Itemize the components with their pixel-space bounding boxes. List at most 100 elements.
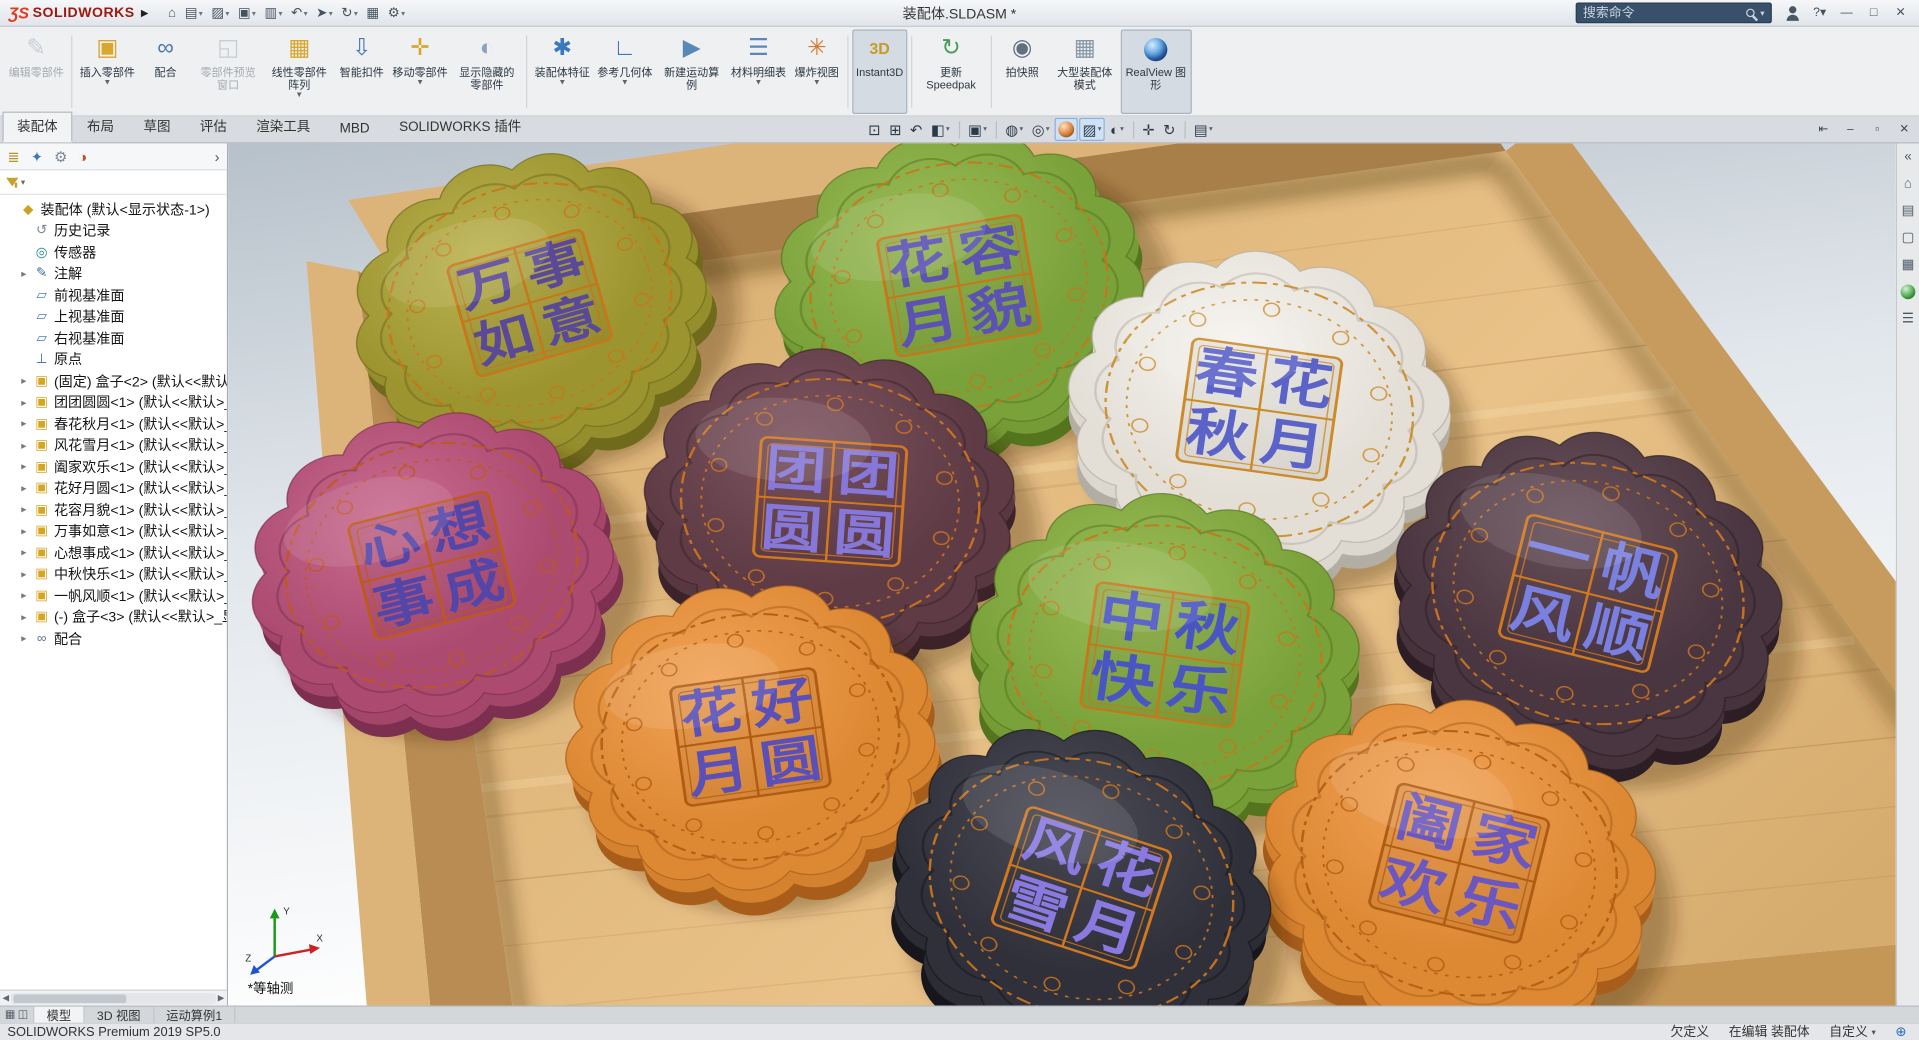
instant3d-button[interactable]: 3D Instant3D: [852, 29, 907, 115]
search-icon[interactable]: [1746, 8, 1756, 18]
scroll-right-icon[interactable]: ▶: [218, 993, 225, 1003]
tree-item-part[interactable]: ▸ ▣ 花好月圆<1> (默认<<默认>_: [4, 478, 227, 499]
options-button[interactable]: ⚙ ▾: [384, 3, 409, 23]
command-search[interactable]: 搜索命令 ▾: [1575, 2, 1772, 24]
expand-arrow-icon[interactable]: ▸: [18, 417, 29, 430]
tree-item-part[interactable]: ▸ ▣花容月貌<1> (默认<<默认>_显: [4, 499, 227, 520]
tree-item-assembly[interactable]: ◆ 装配体 (默认<显示状态-1>): [4, 199, 227, 220]
previous-view-button[interactable]: ↶: [906, 118, 926, 141]
tab-布局[interactable]: 布局: [72, 112, 128, 143]
rebuild-button[interactable]: ↻ ▾: [338, 3, 362, 23]
restore-document-button[interactable]: ▫: [1866, 119, 1888, 139]
expand-arrow-icon[interactable]: ▸: [18, 589, 29, 602]
maximize-button[interactable]: □: [1860, 2, 1887, 24]
tab-草图[interactable]: 草图: [129, 112, 185, 143]
propertymanager-tab[interactable]: ✦: [31, 149, 43, 164]
configurationmanager-tab[interactable]: ⚙: [54, 149, 67, 164]
expand-arrow-icon[interactable]: ▸: [18, 546, 29, 559]
select-button[interactable]: ➤ ▾: [312, 3, 336, 23]
new-motion-study-button[interactable]: ▶ 新建运动算例: [656, 29, 727, 114]
feature-tree-horizontal-scrollbar[interactable]: ◀ ▶: [0, 989, 227, 1006]
window-split-icon[interactable]: ◫: [18, 1008, 28, 1021]
tree-item-part[interactable]: ▸ ▣ 一帆风顺<1> (默认<<默认>_显: [4, 585, 227, 606]
bill-of-materials-button[interactable]: ☰ 材料明细表 ▼: [727, 29, 790, 114]
expand-arrow-icon[interactable]: ▸: [18, 396, 29, 409]
mate-button[interactable]: ∞ 配合: [139, 29, 193, 114]
collapse-taskpane-button[interactable]: «: [1898, 147, 1918, 165]
expand-arrow-icon[interactable]: ▸: [18, 567, 29, 580]
tree-item-history-folder[interactable]: ↺ 历史记录: [4, 220, 227, 241]
expand-arrow-icon[interactable]: ▸: [18, 632, 29, 645]
tree-item-part[interactable]: ▸ ▣ (固定) 盒子<2> (默认<<默认>_: [4, 370, 227, 391]
close-button[interactable]: ✕: [1887, 2, 1914, 24]
dropdown-arrow-icon[interactable]: ▾: [1872, 1027, 1876, 1037]
new-document-button[interactable]: ▤ ▾: [181, 3, 206, 23]
insert-components-button[interactable]: ▣ 插入零部件 ▼: [76, 29, 139, 114]
doc-tab-模型[interactable]: 模型: [34, 1006, 85, 1024]
tree-item-part[interactable]: ▸ ▣ 风花雪月<1> (默认<<默认>_显: [4, 435, 227, 456]
expand-arrow-icon[interactable]: ▸: [18, 374, 29, 387]
expand-arrow-icon[interactable]: ▸: [18, 503, 29, 516]
tab-渲染工具[interactable]: 渲染工具: [242, 112, 325, 143]
design-library-button[interactable]: ▤: [1898, 201, 1918, 219]
doc-tab-3D 视图[interactable]: 3D 视图: [85, 1006, 155, 1024]
tree-item-mates-folder[interactable]: ▸ ∞ 配合: [4, 628, 227, 649]
scrollbar-thumb[interactable]: [13, 993, 127, 1003]
feature-tree-filter[interactable]: ▾: [0, 170, 227, 195]
expand-arrow-icon[interactable]: ▸: [18, 439, 29, 452]
help-button[interactable]: ? ▾: [1806, 2, 1833, 24]
reference-geometry-button[interactable]: ∟ 参考几何体 ▼: [594, 29, 657, 114]
tree-item-annotations-folder[interactable]: ▸ ✎ 注解: [4, 263, 227, 284]
scrollbar-track[interactable]: [11, 992, 216, 1004]
tree-item-part[interactable]: ▸ ▣ 团团圆圆<1> (默认<<默认>_显: [4, 392, 227, 413]
custom-properties-button[interactable]: ☰: [1898, 309, 1918, 327]
view-palette-button[interactable]: ▦: [1898, 255, 1918, 273]
zoom-area-button[interactable]: ⊞: [885, 118, 905, 141]
window-layout-icon[interactable]: ▦: [5, 1008, 15, 1021]
tree-item-part[interactable]: ▸ ▣(-) 盒子<3> (默认<<默认>_显示: [4, 606, 227, 627]
tree-item-part[interactable]: ▸ ▣春花秋月<1> (默认<<默认>_显: [4, 413, 227, 434]
tab-SOLIDWORKS 插件[interactable]: SOLIDWORKS 插件: [384, 112, 536, 143]
collapse-pane-button[interactable]: ⇤: [1812, 119, 1834, 139]
display-style-button[interactable]: ◍ ▾: [1002, 118, 1027, 141]
realview-graphics-button[interactable]: RealView 图形: [1120, 29, 1192, 115]
view-settings-button[interactable]: ◐ ▾: [1106, 118, 1127, 141]
view-orientation-button[interactable]: ▣ ▾: [964, 118, 990, 141]
featuremanager-tab[interactable]: ≣: [7, 149, 19, 164]
linear-component-pattern-button[interactable]: ▦ 线性零部件阵列 ▼: [264, 29, 335, 114]
tree-item-part[interactable]: ▸ ▣ 万事如意<1> (默认<<默认>_显: [4, 521, 227, 542]
exploded-view-button[interactable]: ✳ 爆炸视图 ▼: [790, 29, 844, 114]
hide-show-items-button[interactable]: ◎ ▾: [1028, 118, 1053, 141]
appearances-scenes-button[interactable]: [1898, 282, 1918, 300]
tree-item-plane[interactable]: ▱ 前视基准面: [4, 284, 227, 305]
save-button[interactable]: ▣ ▾: [234, 3, 259, 23]
tree-item-plane[interactable]: ▱ 上视基准面: [4, 306, 227, 327]
pan-button[interactable]: ✛: [1139, 118, 1159, 141]
print-button[interactable]: ▥ ▾: [261, 3, 286, 23]
minimize-button[interactable]: —: [1833, 2, 1860, 24]
3d-viewport[interactable]: 花容月貌万事如意春花秋月团团圆圆心想事成一帆风顺中秋快乐花好月圆阖家欢乐风花雪月: [228, 143, 1896, 1006]
expand-panel-tabs-icon[interactable]: ›: [215, 148, 220, 165]
edit-appearance-button[interactable]: [1054, 117, 1078, 142]
expand-arrow-icon[interactable]: ▸: [18, 267, 29, 280]
expand-arrow-icon[interactable]: ▸: [18, 610, 29, 623]
file-properties-button[interactable]: ▦: [363, 3, 383, 23]
file-explorer-button[interactable]: ▢: [1898, 228, 1918, 246]
user-button[interactable]: [1779, 2, 1806, 24]
apply-scene-button[interactable]: ▨ ▾: [1078, 117, 1106, 142]
solidworks-menu[interactable]: ƷS SOLIDWORKS ▶: [0, 4, 157, 22]
tree-item-part[interactable]: ▸ ▣阖家欢乐<1> (默认<<默认>_显: [4, 456, 227, 477]
expand-arrow-icon[interactable]: ▸: [18, 482, 29, 495]
tree-item-plane[interactable]: ▱ 右视基准面: [4, 327, 227, 348]
assembly-features-button[interactable]: ✱ 装配体特征 ▼: [531, 29, 594, 114]
status-custom[interactable]: 自定义 ▾: [1829, 1023, 1876, 1040]
menu-expand-arrow-icon[interactable]: ▶: [141, 7, 149, 18]
filter-dropdown-icon[interactable]: ▾: [21, 177, 25, 187]
minimize-document-button[interactable]: –: [1839, 119, 1861, 139]
show-hidden-components-button[interactable]: ◐ 显示隐藏的零部件: [451, 29, 522, 114]
take-snapshot-button[interactable]: ◉ 拍快照: [995, 29, 1049, 114]
expand-arrow-icon[interactable]: ▸: [18, 525, 29, 538]
doc-tab-运动算例1[interactable]: 运动算例1: [154, 1006, 236, 1024]
tab-MBD[interactable]: MBD: [325, 116, 384, 142]
section-view-button[interactable]: ◧ ▾: [927, 118, 953, 141]
